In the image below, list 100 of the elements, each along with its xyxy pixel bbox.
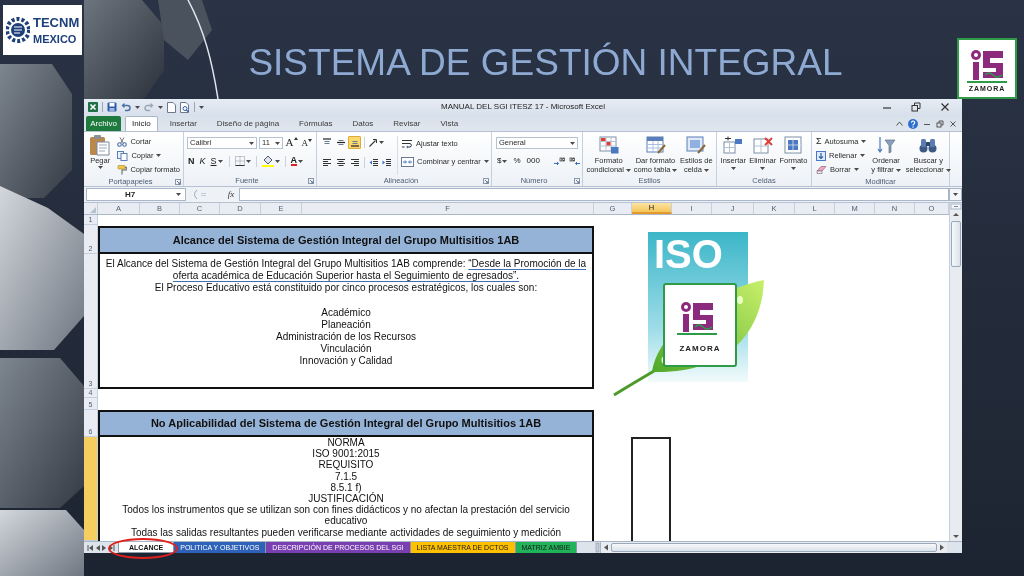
align-top-icon (321, 138, 332, 147)
cell-text: 7.1.5 (333, 470, 359, 482)
first-sheet-icon[interactable] (87, 544, 93, 551)
horizontal-scrollbar[interactable] (600, 542, 947, 553)
ribbon-tab[interactable]: Datos (344, 116, 382, 131)
ribbon-tab[interactable]: Fórmulas (291, 116, 341, 131)
italic-button[interactable]: K (198, 155, 207, 167)
paintbrush-icon (117, 164, 128, 175)
underline-button[interactable]: S (209, 155, 224, 167)
ribbon-tab[interactable]: Inicio (125, 116, 158, 131)
corner-arrow-icon[interactable] (574, 177, 580, 184)
close-icon[interactable] (940, 102, 950, 112)
grow-font-button[interactable]: A (284, 137, 299, 149)
save-icon[interactable] (107, 102, 117, 112)
cell-text: 8.5.1 f) (330, 481, 362, 493)
copy-icon (117, 150, 129, 161)
scrollbar-thumb[interactable] (951, 221, 961, 267)
align-center-icon (335, 158, 346, 167)
caret-icon (249, 141, 255, 145)
number-format-button[interactable]: $ (496, 155, 509, 167)
help-icon[interactable] (908, 118, 918, 129)
paint-bucket-button[interactable] (261, 155, 280, 167)
cell-text: El Proceso Educativo está constituido por cinco procesos estratégicos, los cuales son: (154, 282, 538, 295)
corner-arrow-icon[interactable] (175, 178, 181, 185)
logo-text: ISO (654, 234, 724, 274)
orientation-button[interactable] (368, 136, 384, 149)
align-middle-icon (335, 138, 346, 147)
decimal-increase-button[interactable] (552, 155, 565, 167)
ribbon-tab[interactable]: Insertar (161, 116, 205, 131)
caret-icon (97, 165, 103, 169)
expand-formula-button[interactable] (949, 188, 962, 201)
last-sheet-icon[interactable] (109, 544, 115, 551)
cell-styles-icon (686, 136, 707, 154)
corner-arrow-icon[interactable] (483, 177, 489, 184)
cell-text: ISO 9001:2015 (311, 448, 381, 460)
list-item: Planeación (321, 318, 371, 331)
decimal-decrease-button[interactable] (568, 155, 581, 167)
caret-up-icon[interactable] (896, 121, 903, 126)
fill-down-icon (816, 150, 826, 161)
name-box[interactable]: H7 (86, 188, 186, 201)
vertical-scrollbar[interactable] (949, 203, 962, 541)
decimal-increase-icon (552, 156, 565, 166)
ribbon-tab[interactable]: Vista (432, 116, 467, 131)
ribbon-tab[interactable]: Diseño de página (208, 116, 288, 131)
increase-indent-button[interactable] (381, 156, 393, 169)
caret-icon (945, 168, 951, 172)
list-item: Académico (321, 306, 371, 319)
paint-bucket-icon (261, 155, 274, 167)
binoculars-icon (918, 136, 939, 154)
ribbon-tab[interactable]: Revisar (385, 116, 429, 131)
format-cells-icon (783, 136, 804, 154)
caret-icon (703, 168, 709, 172)
spreadsheet-app-icon[interactable] (88, 102, 98, 112)
font-color-button[interactable]: A (290, 155, 304, 167)
new-document-icon[interactable] (167, 101, 176, 113)
arrow-left-icon[interactable] (602, 543, 610, 552)
align-left-icon (321, 158, 332, 167)
borders-button[interactable] (234, 155, 251, 167)
caret-icon (135, 105, 140, 109)
align-right-icon (349, 158, 360, 167)
increase-indent-icon (382, 158, 392, 167)
logo-text: MEXICO (33, 33, 78, 45)
scissors-icon (117, 136, 128, 147)
align-bottom-icon (349, 138, 360, 147)
caret-icon (217, 159, 223, 163)
arrow-right-icon[interactable] (938, 543, 946, 552)
caret-icon (861, 140, 867, 143)
next-sheet-icon[interactable] (102, 544, 107, 551)
print-preview-icon[interactable] (180, 101, 190, 113)
triangle-down-icon (308, 139, 312, 142)
borders-icon (234, 156, 245, 166)
shrink-font-button[interactable]: A (300, 137, 313, 149)
undo-icon[interactable] (121, 102, 131, 112)
decrease-indent-button[interactable] (368, 156, 380, 169)
align-center-button[interactable] (334, 156, 347, 169)
decrease-indent-icon (369, 158, 379, 167)
split-box-icon[interactable] (950, 203, 962, 210)
table-format-icon (645, 136, 666, 154)
diagonal-arrow-icon (368, 137, 378, 148)
paragraph: El Alcance del Sistema de Gestión Integral del Grupo Multisitios 1AB comprende: “Desde la Promoción de la oferta académica de Educación Superior hasta el Seguimiento de egresados”. (104, 258, 588, 283)
window-title: MANUAL DEL SGI ITESZ 17 - Microsoft Excel (440, 103, 606, 111)
bold-button[interactable]: N (187, 155, 196, 167)
number-format-button[interactable]: 000 (525, 155, 541, 167)
close-icon[interactable] (949, 119, 957, 128)
align-bottom-button[interactable] (348, 136, 361, 149)
previous-sheet-icon[interactable] (95, 544, 100, 551)
handle-icon[interactable] (595, 542, 600, 553)
formula-field[interactable] (239, 188, 949, 201)
scrollbar-thumb[interactable] (611, 543, 937, 552)
number-format-button[interactable]: % (512, 155, 522, 167)
align-right-button[interactable] (348, 156, 361, 169)
corner-arrow-icon[interactable] (308, 177, 314, 184)
file-tab[interactable]: Archivo (86, 116, 121, 131)
restore-icon[interactable] (911, 102, 921, 112)
caret-icon (156, 154, 162, 157)
insert-function-button[interactable]: fx (225, 190, 237, 199)
align-left-button[interactable] (320, 156, 333, 169)
wrap-text-icon (401, 138, 413, 149)
list-item: Vinculación (320, 343, 372, 356)
caret-icon (245, 159, 251, 163)
